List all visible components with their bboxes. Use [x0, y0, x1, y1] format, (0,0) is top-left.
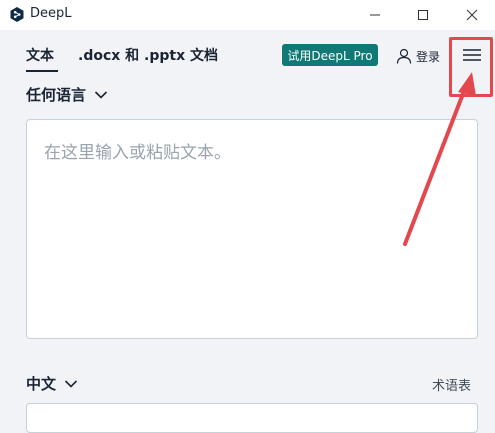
minimize-button[interactable]	[352, 0, 398, 30]
source-text-input[interactable]: 在这里输入或粘贴文本。	[26, 119, 478, 339]
user-icon	[396, 48, 412, 64]
source-placeholder: 在这里输入或粘贴文本。	[44, 143, 231, 163]
active-tab-indicator	[26, 70, 58, 72]
glossary-button[interactable]: 术语表	[432, 375, 471, 394]
title-bar: DeepL	[0, 0, 495, 30]
login-button[interactable]: 登录	[396, 46, 440, 66]
maximize-button[interactable]	[400, 0, 446, 30]
chevron-down-icon	[94, 90, 108, 99]
highlight-box	[449, 37, 493, 97]
maximize-icon	[418, 10, 428, 20]
login-label: 登录	[416, 49, 441, 64]
minimize-icon	[370, 14, 380, 16]
app-header: 文本 .docx 和 .pptx 文档 试用DeepL Pro 登录	[0, 30, 495, 76]
chevron-down-icon	[64, 379, 78, 388]
window-title: DeepL	[30, 6, 72, 21]
target-language-selector[interactable]: 中文	[26, 373, 78, 394]
deepl-logo-icon	[10, 7, 24, 22]
source-language-label: 任何语言	[26, 86, 87, 104]
close-button[interactable]	[449, 0, 495, 30]
close-icon	[466, 9, 478, 21]
target-text-output[interactable]	[26, 403, 478, 433]
tab-documents[interactable]: .docx 和 .pptx 文档	[78, 45, 218, 65]
tab-text[interactable]: 文本	[26, 45, 54, 65]
try-pro-button[interactable]: 试用DeepL Pro	[282, 44, 378, 66]
source-language-selector[interactable]: 任何语言	[26, 84, 108, 105]
target-language-label: 中文	[26, 375, 57, 393]
